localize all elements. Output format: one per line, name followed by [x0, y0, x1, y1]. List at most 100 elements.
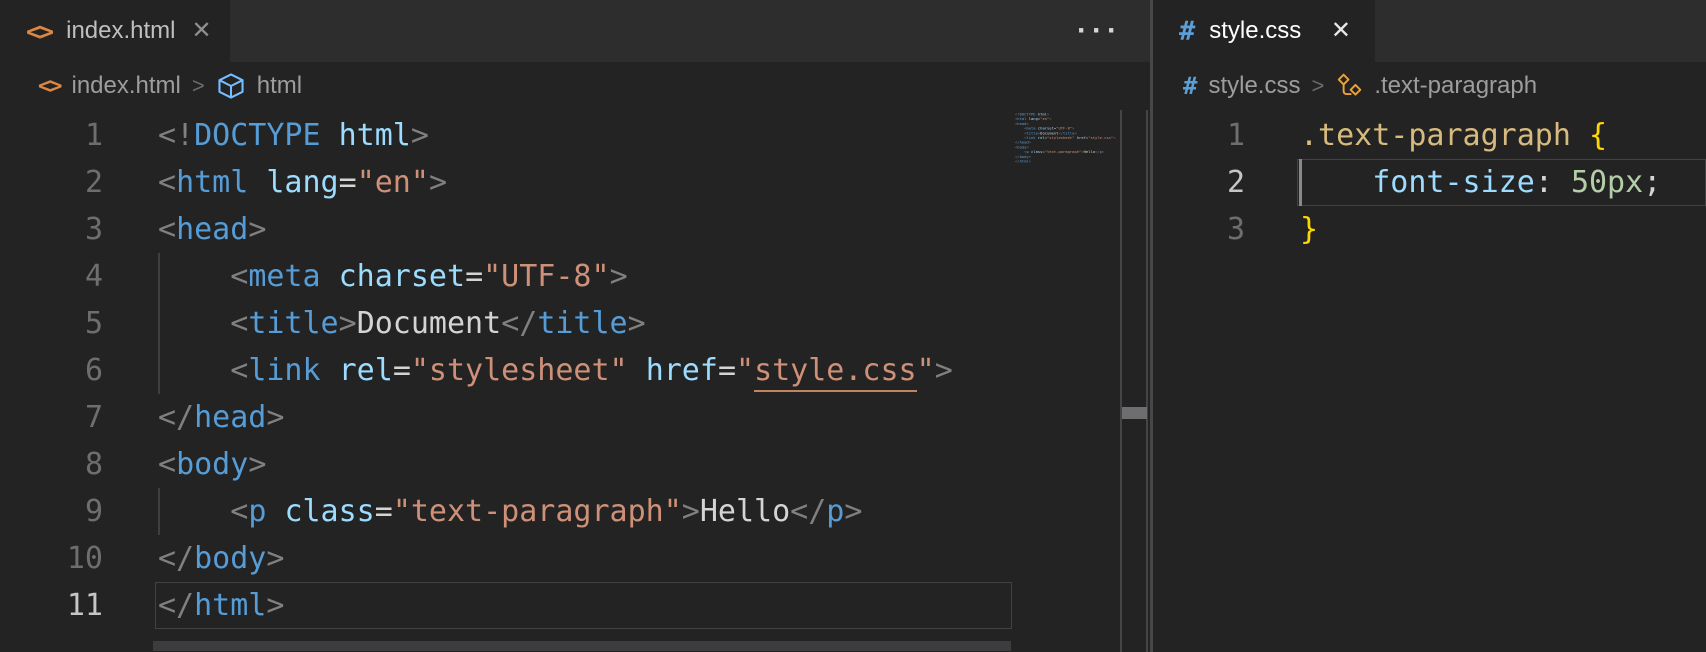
- more-actions-button[interactable]: ···: [1077, 16, 1122, 46]
- code-row[interactable]: 2 font-size: 50px;: [1153, 159, 1706, 206]
- line-number[interactable]: 7: [0, 394, 103, 441]
- horizontal-scrollbar-thumb[interactable]: [153, 641, 1011, 651]
- token-ws: [266, 494, 284, 529]
- token-op: =: [338, 165, 357, 200]
- editor-group-sash[interactable]: [1150, 0, 1153, 652]
- code-row[interactable]: 3 <head>: [0, 206, 1150, 253]
- token-tag: html: [176, 165, 249, 200]
- current-line[interactable]: font-size: 50px;: [1297, 159, 1706, 206]
- token-str: "text-paragraph": [392, 494, 682, 529]
- token-punct: >: [248, 212, 267, 247]
- token-punct: >: [266, 588, 285, 623]
- token-sel: .text-paragraph: [1300, 118, 1571, 153]
- code-line[interactable]: <meta charset="UTF-8">: [158, 253, 1012, 300]
- line-number[interactable]: 4: [0, 253, 103, 300]
- token-punct: >: [627, 306, 646, 341]
- code-row[interactable]: 11 </html>: [0, 582, 1150, 629]
- token-punct: </: [158, 588, 195, 623]
- breadcrumb: # style.css > .text-paragraph: [1153, 62, 1706, 110]
- line-number[interactable]: 3: [0, 206, 103, 253]
- token-attr: rel: [338, 353, 393, 388]
- token-tag: DOCTYPE: [194, 118, 321, 153]
- token-punct: <: [158, 165, 177, 200]
- css-file-icon: #: [1183, 72, 1198, 100]
- code-line[interactable]: <body>: [158, 441, 1012, 488]
- code-row[interactable]: 4 <meta charset="UTF-8">: [0, 253, 1150, 300]
- code-row[interactable]: 8 <body>: [0, 441, 1150, 488]
- code-editor-index-html[interactable]: 1 <!DOCTYPE html> 2 <html lang="en"> 3 <head>…: [0, 110, 1150, 629]
- indent-guide: [158, 347, 160, 394]
- code-line[interactable]: </body>: [158, 535, 1012, 582]
- code-row[interactable]: 7 </head>: [0, 394, 1150, 441]
- token-str: "stylesheet": [410, 353, 628, 388]
- token-punct: <: [158, 212, 177, 247]
- close-icon[interactable]: ✕: [190, 17, 214, 45]
- token-op: =: [717, 353, 736, 388]
- code-editor-style-css[interactable]: 1 .text-paragraph {2 font-size: 50px; 3}: [1153, 110, 1706, 253]
- line-number[interactable]: 6: [0, 347, 103, 394]
- tab-label: index.html: [66, 17, 176, 44]
- code-row[interactable]: 6 <link rel="stylesheet" href="style.css…: [0, 347, 1150, 394]
- line-number[interactable]: 3: [1153, 206, 1245, 253]
- tab-index-html[interactable]: <> index.html ✕: [0, 0, 230, 62]
- minimap[interactable]: <!DOCTYPE html> <html lang="en"> <head> <m…: [1015, 112, 1120, 412]
- token-ws: [248, 165, 266, 200]
- token-text: Document: [356, 306, 502, 341]
- token-semi: ;: [1643, 165, 1662, 200]
- token-ws: [321, 259, 339, 294]
- code-line[interactable]: </head>: [158, 394, 1012, 441]
- token-str: ": [916, 353, 935, 388]
- token-op: :: [1534, 165, 1553, 200]
- token-punct: <: [230, 353, 249, 388]
- code-row[interactable]: 2 <html lang="en">: [0, 159, 1150, 206]
- tab-bar-left: <> index.html ✕ ···: [0, 0, 1150, 62]
- code-row[interactable]: 1 <!DOCTYPE html>: [0, 112, 1150, 159]
- token-tag: title: [248, 306, 339, 341]
- tab-label: style.css: [1209, 17, 1302, 44]
- code-line[interactable]: .text-paragraph {: [1300, 112, 1706, 159]
- token-punct: >: [609, 259, 628, 294]
- code-line[interactable]: <!DOCTYPE html>: [158, 112, 1012, 159]
- editor-group-left: <> index.html ✕ ··· <> index.html > html…: [0, 0, 1150, 652]
- line-number[interactable]: 2: [1153, 159, 1245, 206]
- line-number[interactable]: 8: [0, 441, 103, 488]
- token-punct: >: [248, 447, 267, 482]
- code-row[interactable]: 5 <title>Document</title>: [0, 300, 1150, 347]
- code-row[interactable]: 9 <p class="text-paragraph">Hello</p>: [0, 488, 1150, 535]
- line-number[interactable]: 5: [0, 300, 103, 347]
- tab-style-css[interactable]: # style.css ✕: [1153, 0, 1375, 62]
- breadcrumb-item-file[interactable]: index.html: [72, 72, 181, 100]
- line-number[interactable]: 10: [0, 535, 103, 582]
- close-icon[interactable]: ✕: [1329, 17, 1353, 45]
- token-punct: >: [934, 353, 953, 388]
- token-punct: >: [338, 306, 357, 341]
- line-number[interactable]: 1: [0, 112, 103, 159]
- code-line[interactable]: <p class="text-paragraph">Hello</p>: [158, 488, 1012, 535]
- line-number[interactable]: 9: [0, 488, 103, 535]
- line-number[interactable]: 1: [1153, 112, 1245, 159]
- scrollbar-track: [1120, 110, 1148, 652]
- code-line[interactable]: <link rel="stylesheet" href="style.css">: [158, 347, 1012, 394]
- css-file-icon: #: [1179, 15, 1196, 47]
- code-line[interactable]: <html lang="en">: [158, 159, 1012, 206]
- code-line[interactable]: <head>: [158, 206, 1012, 253]
- breadcrumb-item-file[interactable]: style.css: [1208, 72, 1300, 100]
- token-punct: >: [681, 494, 700, 529]
- line-number[interactable]: 11: [0, 582, 103, 629]
- line-number[interactable]: 2: [0, 159, 103, 206]
- token-punct: >: [266, 541, 285, 576]
- breadcrumb-item-symbol[interactable]: html: [257, 72, 302, 100]
- code-row[interactable]: 1 .text-paragraph {: [1153, 112, 1706, 159]
- code-row[interactable]: 3}: [1153, 206, 1706, 253]
- token-tag: body: [176, 447, 249, 482]
- token-ws: [1571, 118, 1589, 153]
- indent-guide: [1299, 159, 1302, 206]
- vertical-scrollbar-thumb[interactable]: [1122, 407, 1147, 419]
- code-line[interactable]: <title>Document</title>: [158, 300, 1012, 347]
- code-line[interactable]: }: [1300, 206, 1706, 253]
- breadcrumb-item-symbol[interactable]: .text-paragraph: [1374, 72, 1537, 100]
- token-ws: [1553, 165, 1571, 200]
- current-line[interactable]: </html>: [155, 582, 1012, 629]
- minimap-line: </html>: [1015, 159, 1032, 164]
- code-row[interactable]: 10 </body>: [0, 535, 1150, 582]
